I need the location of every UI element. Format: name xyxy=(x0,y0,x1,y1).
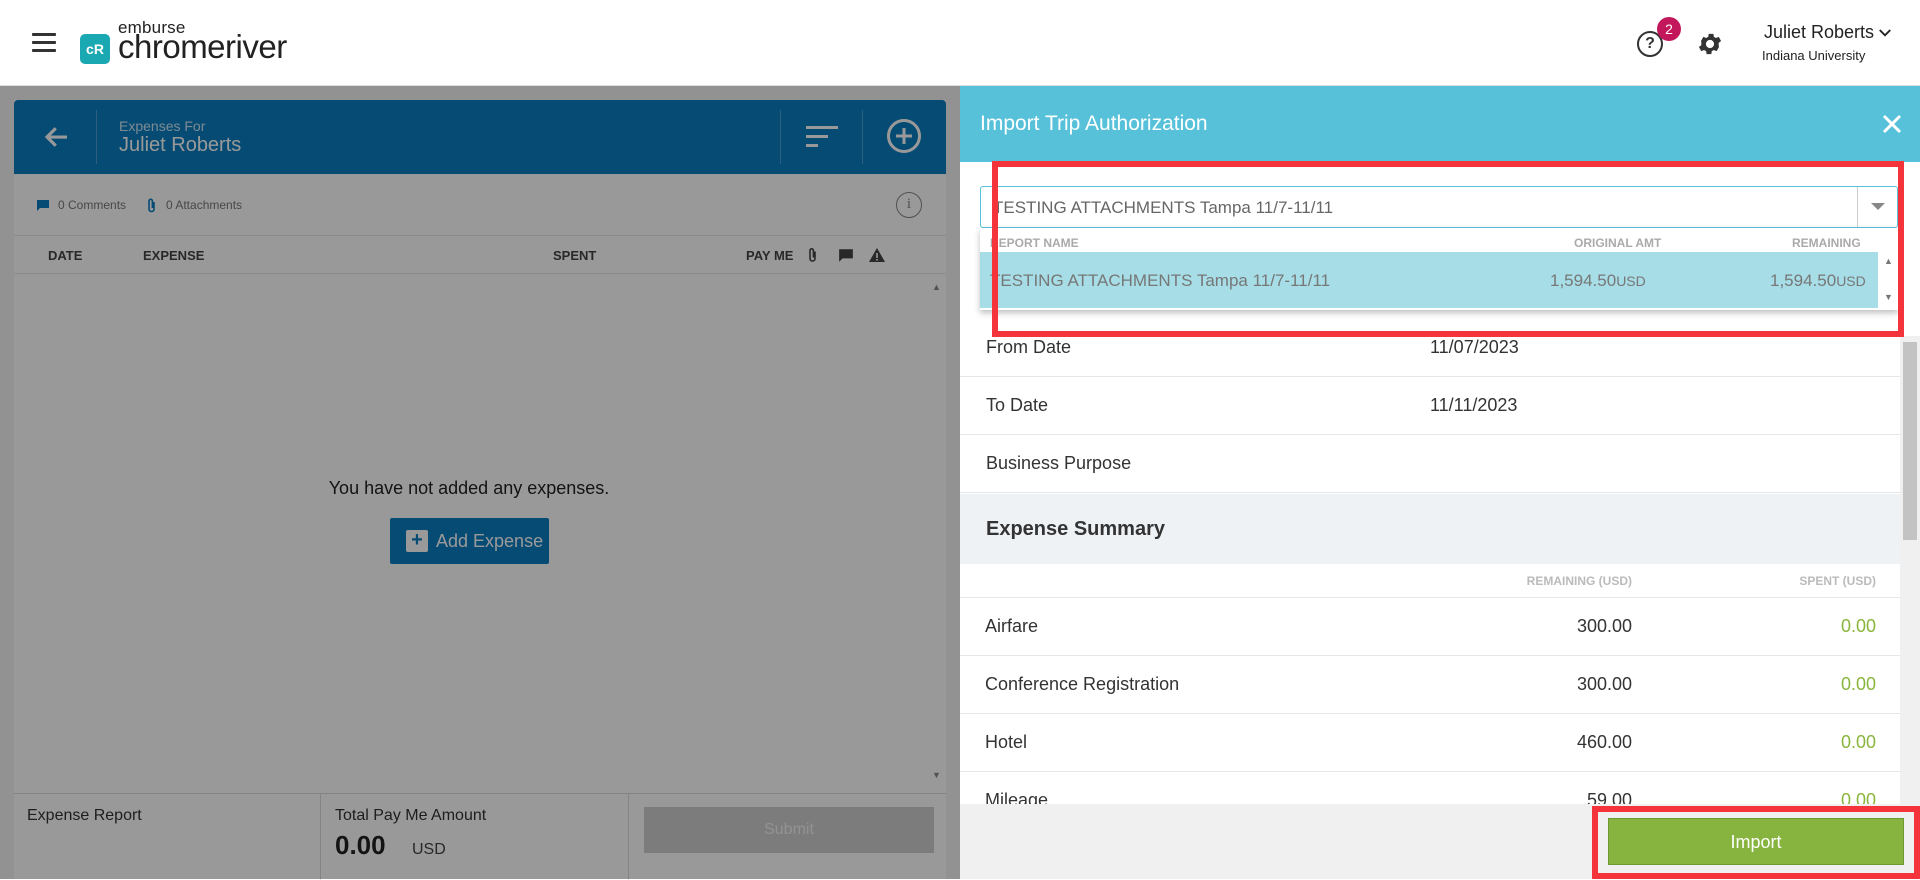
close-icon[interactable] xyxy=(1880,112,1904,136)
expense-summary-title: Expense Summary xyxy=(986,518,1165,540)
column-remaining: REMAINING (USD) xyxy=(1526,574,1632,588)
summary-remaining: 300.00 xyxy=(1576,616,1632,636)
chevron-down-icon[interactable] xyxy=(1876,24,1894,42)
expense-summary-header: Expense Summary xyxy=(960,494,1900,564)
modal-scrollbar-thumb[interactable] xyxy=(1903,342,1917,540)
detail-row-business-purpose: Business Purpose xyxy=(960,435,1900,493)
detail-row-to-date: To Date 11/11/2023 xyxy=(960,377,1900,435)
summary-spent: 0.00 xyxy=(1840,732,1876,752)
notification-badge: 2 xyxy=(1657,17,1681,41)
summary-row: Airfare 300.00 0.00 xyxy=(960,598,1900,656)
detail-value: 11/07/2023 xyxy=(1430,337,1519,357)
top-bar: emburse cR chromeriver ? 2 Juliet Robert… xyxy=(0,0,1920,86)
summary-row: Conference Registration 300.00 0.00 xyxy=(960,656,1900,714)
summary-remaining: 300.00 xyxy=(1576,674,1632,694)
highlight-box-import xyxy=(1592,806,1920,879)
user-organization: Indiana University xyxy=(1762,48,1866,63)
detail-value: 11/11/2023 xyxy=(1430,395,1518,415)
summary-category: Airfare xyxy=(985,616,1039,636)
logo-main-text: chromeriver xyxy=(118,28,287,65)
modal-backdrop[interactable] xyxy=(0,86,960,879)
logo-mark-icon: cR xyxy=(80,34,110,64)
detail-label: Business Purpose xyxy=(986,453,1132,473)
summary-remaining: 460.00 xyxy=(1576,732,1632,752)
user-name[interactable]: Juliet Roberts xyxy=(1764,22,1874,43)
summary-spent: 0.00 xyxy=(1840,616,1876,636)
help-button[interactable]: ? 2 xyxy=(1637,17,1681,57)
summary-category: Conference Registration xyxy=(985,674,1180,694)
summary-spent: 0.00 xyxy=(1840,674,1876,694)
column-spent: SPENT (USD) xyxy=(1799,574,1876,588)
modal-title: Import Trip Authorization xyxy=(980,112,1208,135)
modal-header: Import Trip Authorization xyxy=(960,86,1920,162)
detail-label: From Date xyxy=(986,337,1072,357)
menu-icon[interactable] xyxy=(32,33,56,53)
detail-label: To Date xyxy=(986,395,1049,415)
summary-category: Hotel xyxy=(985,732,1028,752)
summary-row: Hotel 460.00 0.00 xyxy=(960,714,1900,772)
gear-icon[interactable] xyxy=(1696,30,1724,58)
summary-column-headers: REMAINING (USD) SPENT (USD) xyxy=(960,564,1900,598)
highlight-box-dropdown xyxy=(992,161,1904,337)
